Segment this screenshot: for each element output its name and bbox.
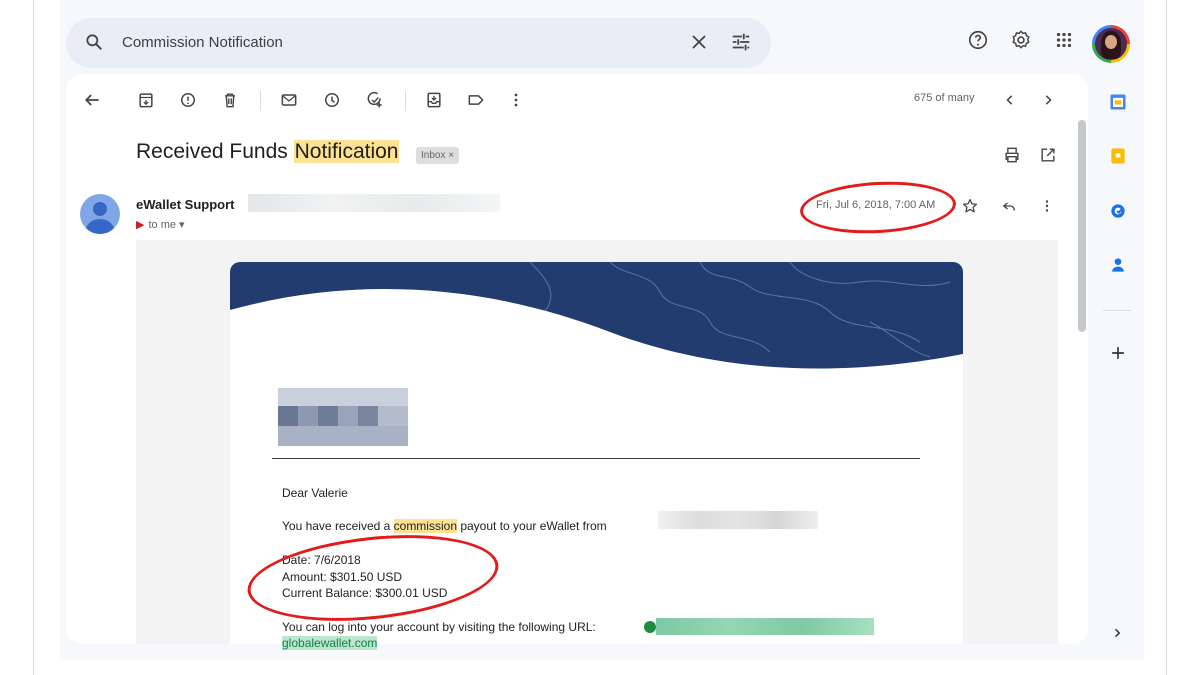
- content-divider: [272, 458, 920, 459]
- verified-check-icon: [644, 621, 656, 633]
- account-avatar[interactable]: [1092, 25, 1130, 63]
- toolbar-divider: [260, 91, 261, 111]
- message-panel: 675 of many Received Funds Notification …: [66, 74, 1088, 644]
- recipient-text: to me: [148, 219, 176, 231]
- login-url-link[interactable]: globalewallet.com: [282, 636, 378, 650]
- scrollbar-thumb[interactable]: [1078, 120, 1086, 332]
- apps-grid-icon[interactable]: [1053, 29, 1075, 51]
- message-more-icon[interactable]: [1038, 197, 1056, 215]
- chevron-right-icon[interactable]: [1038, 90, 1058, 110]
- subject-highlight: Notification: [293, 140, 400, 163]
- sender-name[interactable]: eWallet Support: [136, 197, 234, 212]
- search-input[interactable]: Commission Notification: [122, 34, 283, 51]
- toolbar-divider: [405, 91, 406, 111]
- world-map-banner: [230, 262, 963, 387]
- report-spam-icon[interactable]: [178, 90, 198, 110]
- keep-icon[interactable]: [1108, 146, 1128, 166]
- window-bottom-edge: [60, 660, 1144, 675]
- login-url-redacted[interactable]: [656, 618, 874, 635]
- sender-avatar[interactable]: [80, 194, 120, 234]
- side-panel-divider: [1103, 310, 1131, 311]
- important-marker-icon[interactable]: ▶: [136, 219, 144, 231]
- frame-border-left: [33, 0, 34, 675]
- snooze-clock-icon[interactable]: [322, 90, 342, 110]
- login-instruction: You can log into your account by visitin…: [282, 620, 596, 634]
- email-subject: Received Funds Notification: [136, 140, 400, 164]
- commission-highlight: commission: [393, 519, 457, 533]
- greeting-text: Dear Valerie: [282, 486, 348, 500]
- sender-email-redacted: [248, 194, 500, 212]
- print-icon[interactable]: [1002, 145, 1022, 165]
- recipient-line[interactable]: ▶ to me ▾: [136, 218, 185, 231]
- payout-sentence: You have received a commission payout to…: [282, 519, 607, 533]
- payout-text-end: payout to your eWallet from: [457, 519, 607, 533]
- inbox-label-chip[interactable]: Inbox ×: [416, 147, 460, 164]
- subject-text: Received Funds: [136, 140, 294, 163]
- archive-icon[interactable]: [136, 90, 156, 110]
- frame-border-right: [1166, 0, 1167, 675]
- close-icon[interactable]: [688, 31, 710, 53]
- contacts-icon[interactable]: [1108, 255, 1128, 275]
- add-task-icon[interactable]: [365, 90, 385, 110]
- search-icon[interactable]: [84, 32, 104, 52]
- back-arrow-icon[interactable]: [82, 90, 102, 110]
- more-vertical-icon[interactable]: [506, 90, 526, 110]
- add-plus-icon[interactable]: [1108, 343, 1128, 363]
- payer-name-redacted: [658, 511, 818, 529]
- tasks-icon[interactable]: [1108, 201, 1128, 221]
- open-new-window-icon[interactable]: [1038, 145, 1058, 165]
- payout-text-start: You have received a: [282, 519, 394, 533]
- label-tag-icon[interactable]: [466, 90, 486, 110]
- calendar-icon[interactable]: [1108, 92, 1128, 112]
- pagination-count: 675 of many: [914, 92, 975, 104]
- settings-gear-icon[interactable]: [1010, 29, 1032, 51]
- sender-logo-redacted: [278, 388, 408, 446]
- expand-chevron-right-icon[interactable]: [1108, 624, 1126, 642]
- star-icon[interactable]: [961, 197, 979, 215]
- move-to-icon[interactable]: [424, 90, 444, 110]
- chevron-left-icon[interactable]: [1000, 90, 1020, 110]
- delete-trash-icon[interactable]: [220, 90, 240, 110]
- search-bar[interactable]: Commission Notification: [66, 18, 771, 68]
- mark-unread-mail-icon[interactable]: [279, 90, 299, 110]
- help-icon[interactable]: [967, 29, 989, 51]
- reply-icon[interactable]: [1000, 197, 1018, 215]
- tune-icon[interactable]: [730, 31, 752, 53]
- date-annotation-circle: [798, 177, 958, 238]
